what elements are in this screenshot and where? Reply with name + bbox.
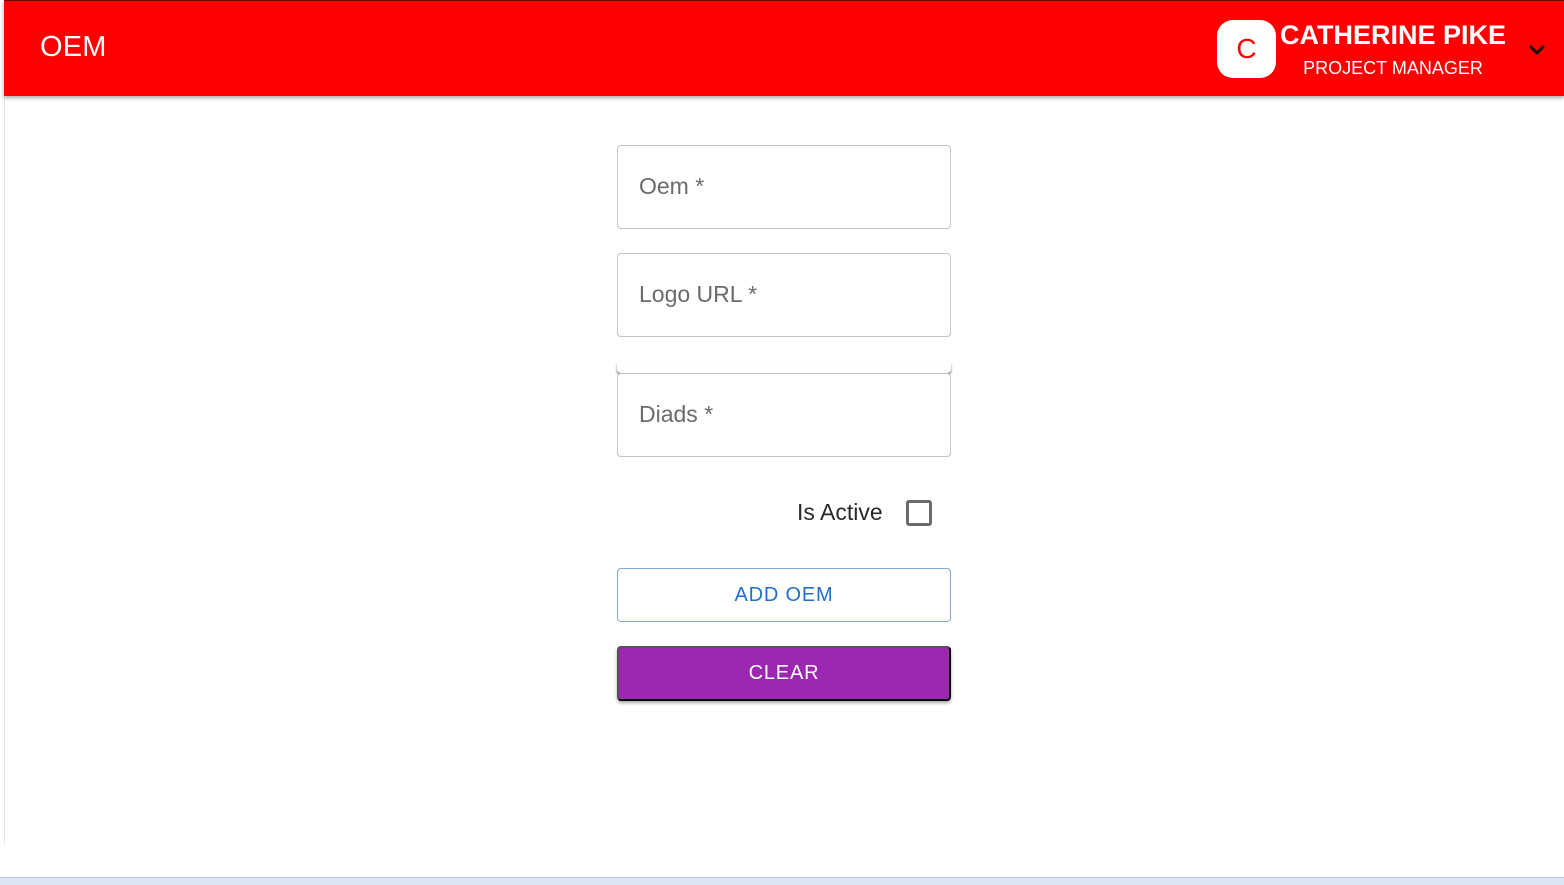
oem-field[interactable]: Oem * bbox=[617, 145, 951, 229]
page-title: OEM bbox=[40, 31, 107, 63]
user-avatar[interactable]: C bbox=[1217, 20, 1276, 78]
chevron-down-icon-svg bbox=[1529, 45, 1545, 55]
diads-field[interactable]: Diads * bbox=[617, 373, 951, 457]
window-bottom-edge bbox=[0, 877, 1564, 885]
logo-url-input[interactable] bbox=[618, 254, 950, 336]
user-role: PROJECT MANAGER bbox=[1303, 58, 1483, 78]
field-separator bbox=[617, 361, 951, 373]
logo-url-field[interactable]: Logo URL * bbox=[617, 253, 951, 337]
diads-input[interactable] bbox=[618, 374, 950, 456]
is-active-label[interactable]: Is Active bbox=[797, 499, 883, 526]
avatar-initial: C bbox=[1236, 33, 1257, 64]
chevron-down-icon[interactable] bbox=[1524, 37, 1550, 63]
is-active-checkbox[interactable] bbox=[906, 500, 932, 526]
user-name: CATHERINE PIKE bbox=[1279, 20, 1507, 50]
top-app-bar: OEM C CATHERINE PIKE PROJECT MANAGER bbox=[4, 0, 1564, 96]
add-oem-button[interactable]: ADD OEM bbox=[617, 568, 951, 622]
left-edge bbox=[0, 0, 5, 845]
oem-input[interactable] bbox=[618, 146, 950, 228]
clear-button[interactable]: CLEAR bbox=[617, 646, 951, 701]
